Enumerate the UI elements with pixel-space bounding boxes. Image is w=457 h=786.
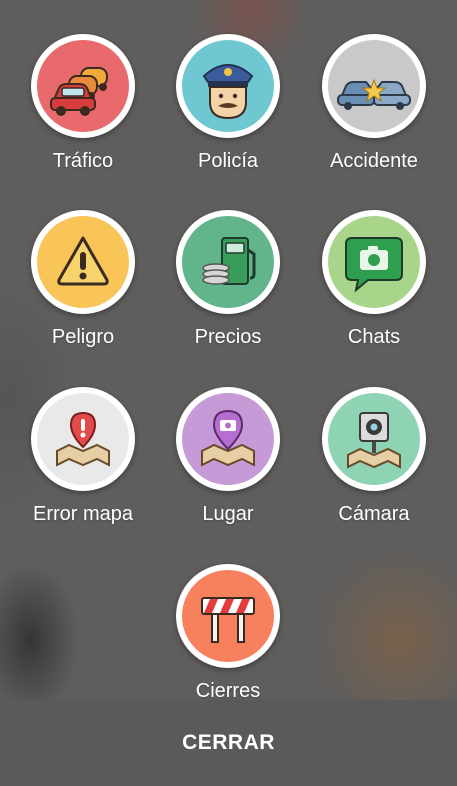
- report-map-error-button[interactable]: Error mapa: [7, 387, 159, 526]
- report-chats-label: Chats: [347, 326, 401, 348]
- report-chats-button[interactable]: Chats: [298, 210, 450, 349]
- report-hazard-label: Peligro: [51, 326, 115, 348]
- close-button[interactable]: CERRAR: [182, 731, 275, 755]
- report-traffic-button[interactable]: Tráfico: [7, 34, 159, 173]
- hazard-icon: [37, 216, 129, 308]
- report-traffic-label: Tráfico: [52, 150, 114, 172]
- report-menu-screen: Tráfico Policía Accidente Peligro Precio…: [0, 0, 457, 786]
- report-place-circle: [176, 387, 280, 491]
- report-closures-circle: [176, 564, 280, 668]
- road-closure-icon: [182, 570, 274, 662]
- report-hazard-button[interactable]: Peligro: [7, 210, 159, 349]
- report-prices-circle: [176, 210, 280, 314]
- report-closures-button[interactable]: Cierres: [152, 564, 304, 703]
- report-camera-button[interactable]: Cámara: [298, 387, 450, 526]
- report-prices-label: Precios: [194, 326, 262, 348]
- police-icon: [182, 40, 274, 132]
- report-map-error-circle: [31, 387, 135, 491]
- report-place-label: Lugar: [202, 503, 254, 525]
- report-accident-label: Accidente: [330, 150, 418, 172]
- report-camera-circle: [322, 387, 426, 491]
- map-error-icon: [37, 393, 129, 485]
- accident-icon: [328, 40, 420, 132]
- report-hazard-circle: [31, 210, 135, 314]
- report-camera-label: Cámara: [338, 503, 410, 525]
- report-place-button[interactable]: Lugar: [152, 387, 304, 526]
- report-police-circle: [176, 34, 280, 138]
- place-icon: [182, 393, 274, 485]
- footer-bar: CERRAR: [0, 700, 457, 786]
- report-grid: Tráfico Policía Accidente Peligro Precio…: [0, 0, 457, 703]
- report-traffic-circle: [31, 34, 135, 138]
- report-prices-button[interactable]: Precios: [152, 210, 304, 349]
- report-map-error-label: Error mapa: [32, 503, 134, 525]
- report-accident-circle: [322, 34, 426, 138]
- report-police-button[interactable]: Policía: [152, 34, 304, 173]
- traffic-jam-icon: [37, 40, 129, 132]
- traffic-camera-icon: [328, 393, 420, 485]
- report-accident-button[interactable]: Accidente: [298, 34, 450, 173]
- report-police-label: Policía: [197, 150, 259, 172]
- gas-price-icon: [182, 216, 274, 308]
- report-chats-circle: [322, 210, 426, 314]
- chat-camera-icon: [328, 216, 420, 308]
